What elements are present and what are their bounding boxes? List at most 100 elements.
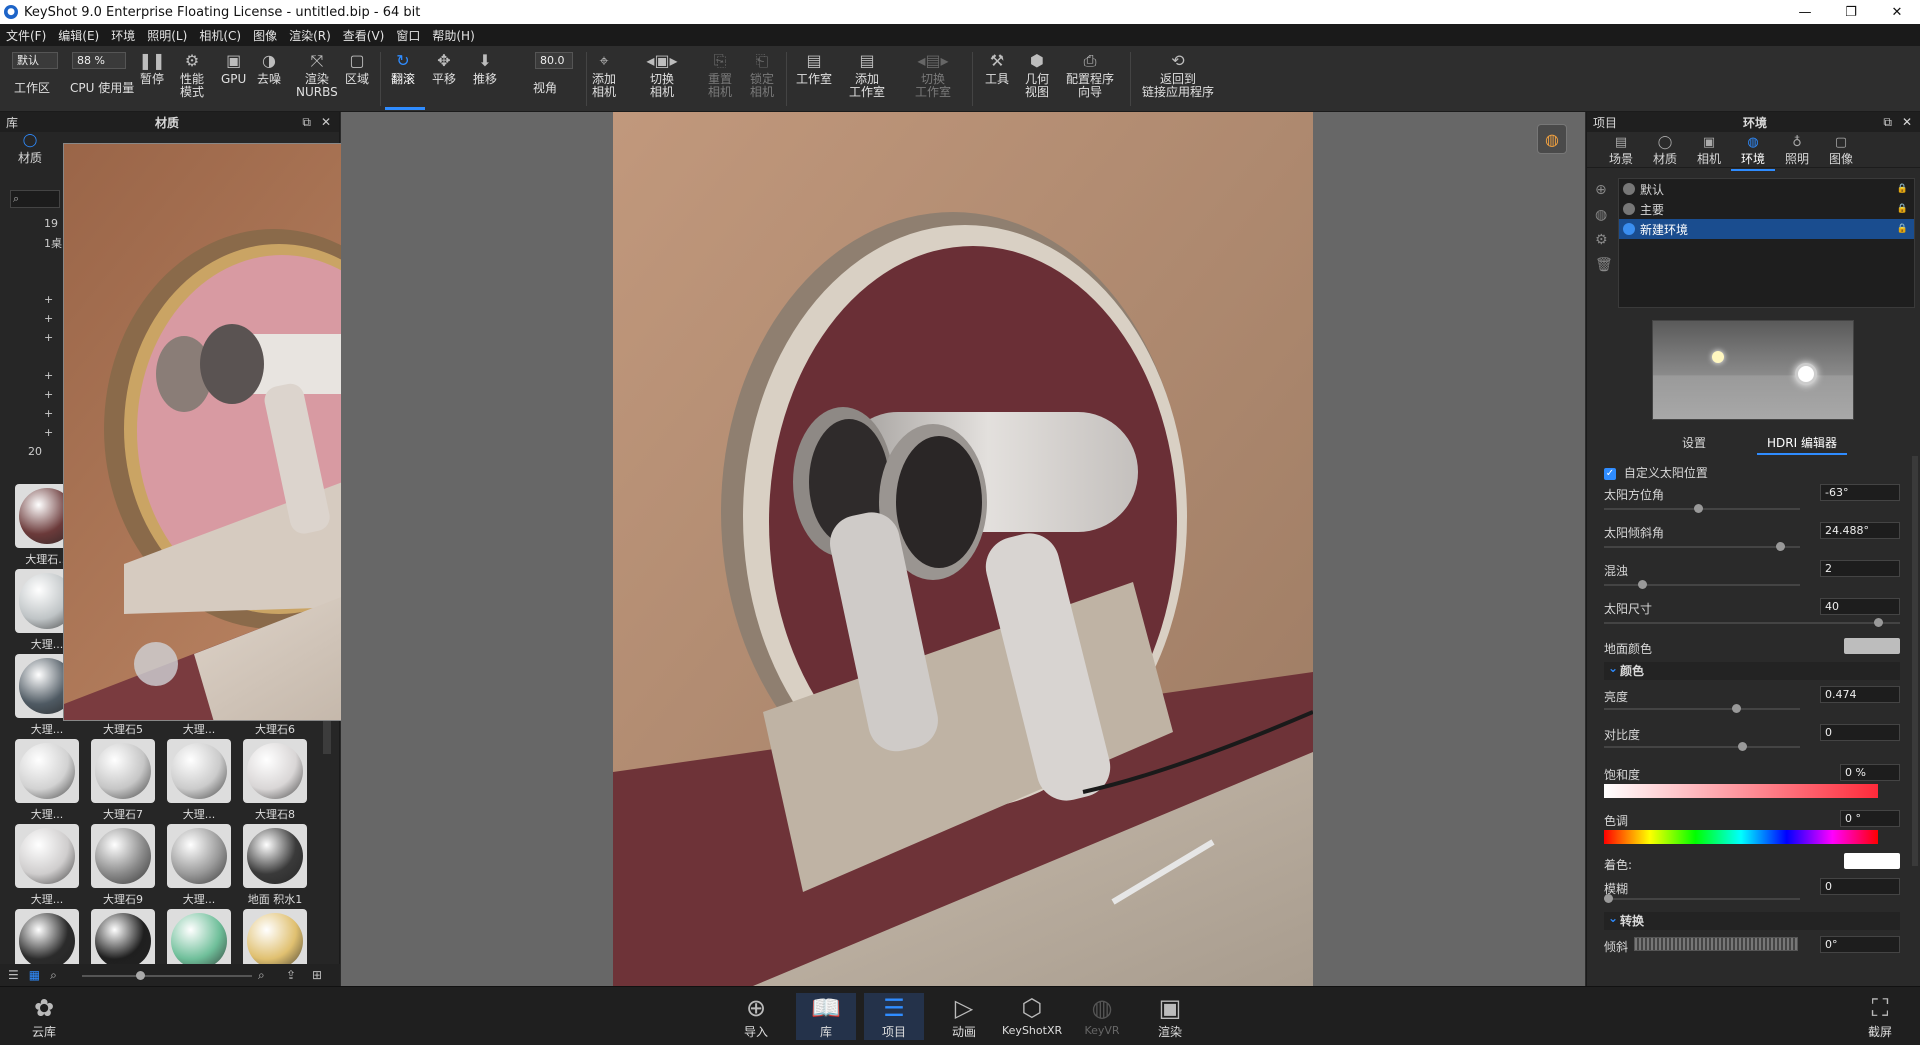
properties-scrollbar[interactable]	[1912, 456, 1918, 866]
render-viewport[interactable]: ◍	[341, 112, 1585, 986]
library-button[interactable]: 📖 库	[796, 993, 856, 1040]
folder-icon[interactable]: ⊞	[312, 968, 322, 982]
contrast-knob[interactable]	[1738, 742, 1747, 751]
fov-button[interactable]: 视角	[533, 82, 557, 95]
upload-icon[interactable]: ⇪	[286, 968, 296, 982]
menu-file[interactable]: 文件(F)	[6, 27, 46, 44]
tree-item[interactable]: 19	[10, 214, 66, 233]
render-button[interactable]: ▣ 渲染	[1140, 993, 1200, 1040]
tree-item[interactable]: +	[10, 366, 66, 385]
material-thumbnail[interactable]: 大理...	[162, 824, 236, 907]
zoom-in-icon[interactable]: ⌕	[258, 968, 265, 983]
blur-slider[interactable]	[1604, 898, 1800, 900]
menu-camera[interactable]: 相机(C)	[199, 27, 241, 44]
tree-item[interactable]: +	[10, 404, 66, 423]
import-button[interactable]: ⊕ 导入	[726, 993, 786, 1040]
menu-image[interactable]: 图像	[253, 27, 277, 44]
material-thumbnail[interactable]: 大理石8	[238, 739, 312, 822]
transform-section-header[interactable]: 转换	[1604, 909, 1900, 930]
tree-item[interactable]: +	[10, 423, 66, 442]
zoom-out-icon[interactable]: ⌕	[50, 968, 57, 983]
tab-camera[interactable]: ▣ 相机	[1687, 135, 1731, 167]
undock-icon[interactable]: ⧉	[302, 115, 311, 130]
tumble-button[interactable]: ↻ 翻滚	[391, 50, 415, 86]
close-button[interactable]: ✕	[1874, 0, 1920, 24]
screenshot-button[interactable]: ⛶ 截屏	[1850, 993, 1910, 1040]
env-item-default[interactable]: 默认 🔒	[1619, 179, 1914, 199]
menu-environment[interactable]: 环境	[111, 27, 135, 44]
thumb-size-slider[interactable]	[82, 975, 252, 977]
lock-camera-button[interactable]: ⎗ 锁定 相机	[750, 50, 774, 99]
material-thumbnail[interactable]: 地面 积水1	[238, 824, 312, 907]
hue-gradient-slider[interactable]	[1604, 830, 1878, 844]
tools-button[interactable]: ⚒ 工具	[985, 50, 1009, 86]
cpu-usage-input[interactable]: 88 %	[72, 52, 126, 69]
render-nurbs-button[interactable]: ⤧ 渲染 NURBS	[296, 50, 338, 99]
tab-environment[interactable]: ◍ 环境	[1731, 135, 1775, 171]
studio-button[interactable]: ▤ 工作室	[796, 50, 832, 86]
config-wizard-button[interactable]: ⎙ 配置程序 向导	[1066, 50, 1114, 99]
panel-close-icon[interactable]: ✕	[321, 115, 331, 130]
workspace-select[interactable]: 默认	[12, 52, 58, 69]
maximize-button[interactable]: ❐	[1828, 0, 1874, 24]
elevation-knob[interactable]	[1776, 542, 1785, 551]
env-item-new[interactable]: 新建环境 🔒	[1619, 219, 1914, 239]
tree-item[interactable]: 1桌	[10, 233, 66, 252]
tree-item[interactable]: +	[10, 290, 66, 309]
turbidity-knob[interactable]	[1638, 580, 1647, 589]
tree-item[interactable]: +	[10, 385, 66, 404]
pause-button[interactable]: ❚❚ 暂停	[139, 50, 166, 86]
panel-close-icon[interactable]: ✕	[1902, 115, 1912, 130]
turbidity-slider[interactable]	[1604, 584, 1800, 586]
sunsize-input[interactable]: 40	[1820, 598, 1900, 615]
tab-settings[interactable]: 设置	[1682, 434, 1706, 451]
sunsize-knob[interactable]	[1874, 618, 1883, 627]
brightness-slider[interactable]	[1604, 708, 1800, 710]
tab-material[interactable]: ◯ 材质	[1643, 135, 1687, 167]
hue-input[interactable]: 0 °	[1840, 810, 1900, 827]
back-to-app-button[interactable]: ⟲ 返回到 链接应用程序	[1142, 50, 1214, 99]
contrast-input[interactable]: 0	[1820, 724, 1900, 741]
tab-image[interactable]: ▢ 图像	[1819, 135, 1863, 167]
thumb-size-knob[interactable]	[136, 971, 145, 980]
tilt-input[interactable]: 0°	[1820, 936, 1900, 953]
menu-help[interactable]: 帮助(H)	[432, 27, 474, 44]
menu-lighting[interactable]: 照明(L)	[147, 27, 187, 44]
dolly-button[interactable]: ⬇ 推移	[473, 50, 497, 86]
fov-input[interactable]: 80.0	[535, 52, 573, 69]
library-search-input[interactable]: ⌕	[10, 190, 60, 208]
blur-input[interactable]: 0	[1820, 878, 1900, 895]
delete-icon[interactable]: 🗑	[1595, 257, 1613, 273]
lock-icon[interactable]: 🔒	[1897, 204, 1908, 214]
add-camera-button[interactable]: ⌖ 添加 相机	[592, 50, 616, 99]
tree-item[interactable]	[10, 271, 66, 290]
color-section-header[interactable]: 颜色	[1604, 659, 1900, 680]
material-thumbnail[interactable]: 大理...	[10, 824, 84, 907]
keyvr-button[interactable]: ◍ KeyVR	[1072, 993, 1132, 1037]
sunsize-slider[interactable]	[1604, 622, 1900, 624]
cloud-library-button[interactable]: ✿ 云库	[14, 993, 74, 1040]
geometry-view-button[interactable]: ⬢ 几何 视图	[1025, 50, 1049, 99]
tree-item[interactable]: +	[10, 309, 66, 328]
menu-window[interactable]: 窗口	[396, 27, 420, 44]
custom-sun-checkbox[interactable]: ✓	[1604, 467, 1616, 480]
material-thumbnail[interactable]: 大理石7	[86, 739, 160, 822]
blur-knob[interactable]	[1604, 894, 1613, 903]
reset-camera-button[interactable]: ⎘ 重置 相机	[708, 50, 732, 99]
saturation-gradient-slider[interactable]	[1604, 784, 1878, 798]
lock-icon[interactable]: 🔒	[1897, 184, 1908, 194]
list-view-icon[interactable]: ☰	[8, 968, 19, 982]
hdri-settings-icon[interactable]: ⚙	[1595, 232, 1613, 248]
performance-mode-button[interactable]: ⚙ 性能 模式	[180, 50, 204, 99]
realtime-render[interactable]	[613, 112, 1313, 986]
ground-color-swatch[interactable]	[1844, 638, 1900, 654]
material-thumbnail[interactable]: 大理...	[10, 739, 84, 822]
gpu-button[interactable]: ▣ GPU	[221, 50, 246, 86]
grid-view-icon[interactable]: ▦	[29, 968, 40, 982]
tab-materials[interactable]: ◯ 材质	[10, 134, 50, 166]
minimize-button[interactable]: —	[1782, 0, 1828, 24]
tree-item[interactable]: +	[10, 328, 66, 347]
switch-studio-button[interactable]: ◂▤▸ 切换 工作室	[915, 50, 951, 99]
azimuth-input[interactable]: -63°	[1820, 484, 1900, 501]
saturation-input[interactable]: 0 %	[1840, 764, 1900, 781]
